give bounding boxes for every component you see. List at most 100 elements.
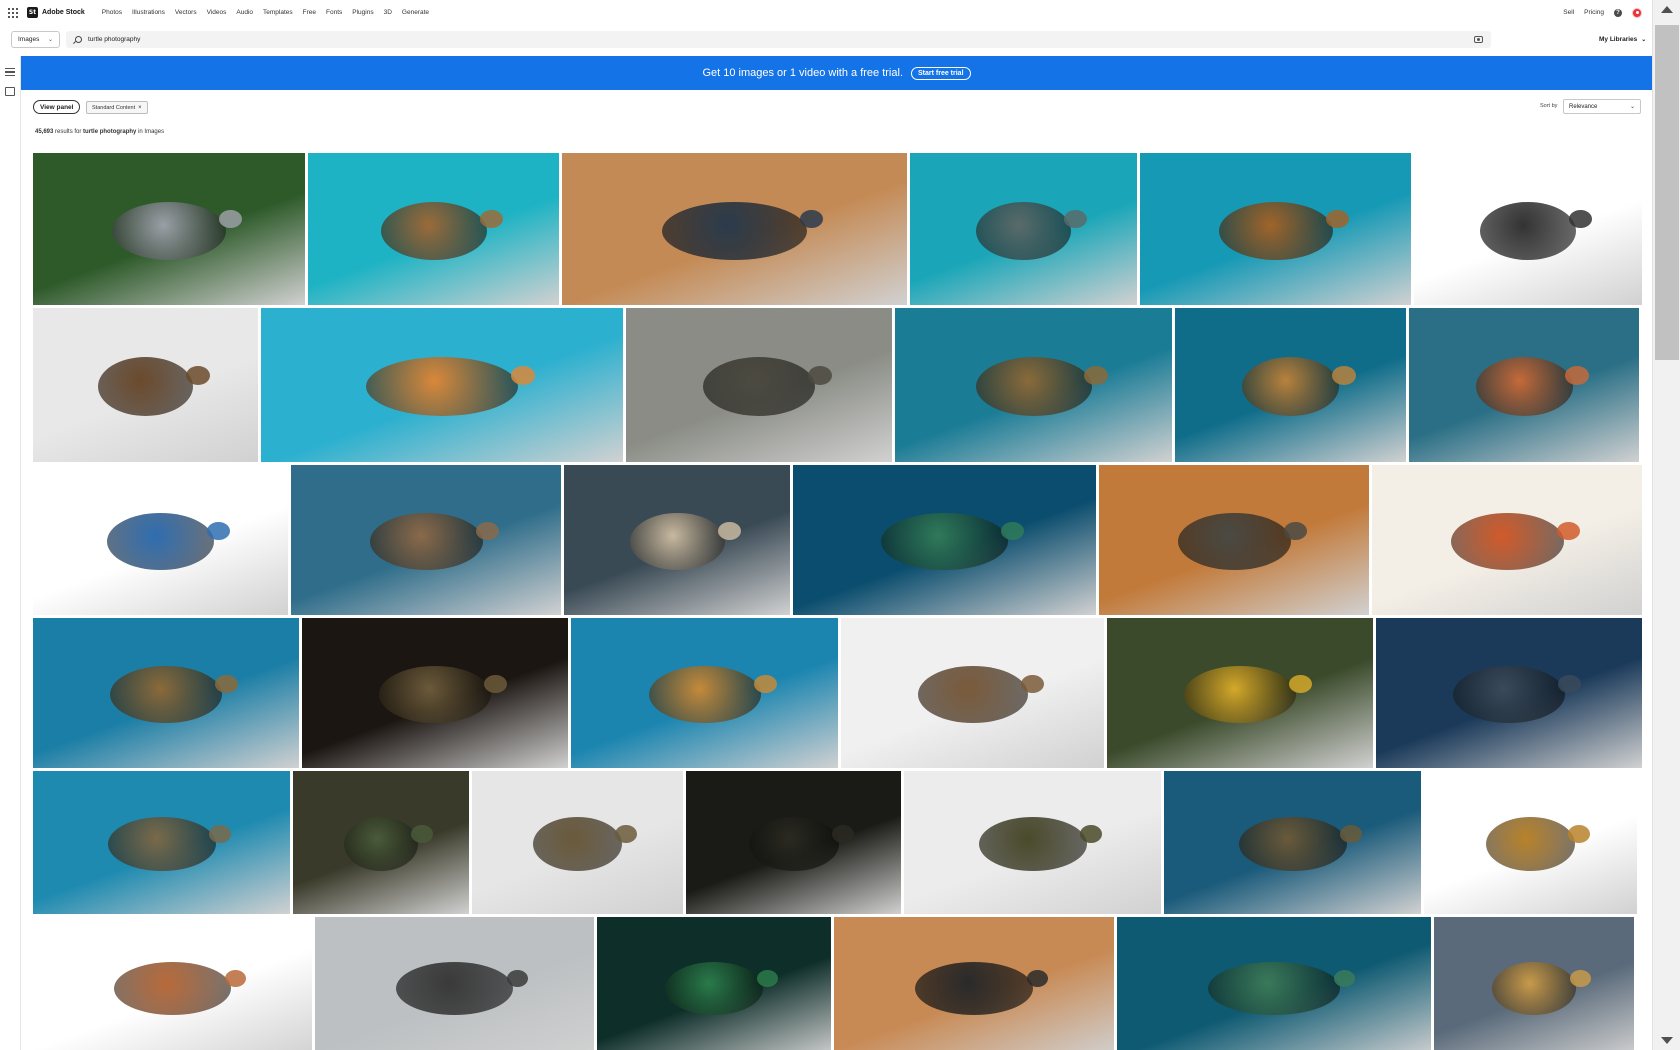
avatar[interactable]: [1632, 7, 1642, 18]
image-thumbnail[interactable]: [293, 771, 469, 914]
image-thumbnail[interactable]: [686, 771, 901, 914]
search-row: Images ⌄ My Libraries ⌄: [0, 28, 1652, 52]
libraries-icon[interactable]: [5, 87, 15, 96]
close-icon[interactable]: ×: [138, 105, 142, 111]
vertical-scrollbar[interactable]: [1652, 0, 1680, 1050]
top-nav: St Adobe Stock Photos Illustrations Vect…: [0, 0, 1652, 25]
image-thumbnail[interactable]: [1164, 771, 1421, 914]
image-thumbnail[interactable]: [1414, 153, 1642, 305]
turtle-head: [479, 210, 503, 228]
image-thumbnail[interactable]: [562, 153, 907, 305]
image-grid: [33, 153, 1642, 1050]
image-thumbnail[interactable]: [793, 465, 1096, 615]
image-thumbnail[interactable]: [1117, 917, 1431, 1050]
nav-item-3d[interactable]: 3D: [379, 9, 397, 16]
filter-chip-label: Standard Content: [92, 104, 136, 111]
asset-type-value: Images: [18, 36, 40, 43]
turtle-shell: [110, 666, 222, 723]
image-thumbnail[interactable]: [291, 465, 561, 615]
brand-name[interactable]: Adobe Stock: [42, 9, 85, 16]
help-icon[interactable]: ?: [1614, 8, 1622, 17]
chevron-down-icon: ⌄: [1629, 104, 1635, 110]
turtle-head: [832, 825, 854, 843]
image-thumbnail[interactable]: [626, 308, 892, 462]
image-thumbnail[interactable]: [302, 618, 568, 768]
nav-item-fonts[interactable]: Fonts: [321, 9, 347, 16]
my-libraries-button[interactable]: My Libraries ⌄: [1599, 31, 1646, 48]
image-thumbnail[interactable]: [1099, 465, 1369, 615]
image-thumbnail[interactable]: [307, 153, 560, 305]
image-thumbnail[interactable]: [33, 308, 258, 462]
scroll-down-icon[interactable]: [1661, 1037, 1673, 1044]
image-thumbnail[interactable]: [33, 618, 299, 768]
start-free-trial-button[interactable]: Start free trial: [911, 66, 971, 80]
turtle-head: [808, 366, 832, 385]
chevron-down-icon: ⌄: [47, 37, 53, 43]
image-thumbnail[interactable]: [33, 771, 290, 914]
turtle-shell: [344, 817, 418, 871]
image-thumbnail[interactable]: [564, 465, 790, 615]
app-switcher-icon[interactable]: [8, 7, 18, 18]
image-thumbnail[interactable]: [1107, 618, 1373, 768]
image-thumbnail[interactable]: [1139, 153, 1412, 305]
nav-item-generate[interactable]: Generate: [397, 9, 434, 16]
sort-select[interactable]: Relevance ⌄: [1563, 99, 1641, 114]
turtle-shell: [1239, 817, 1347, 871]
nav-item-videos[interactable]: Videos: [202, 9, 232, 16]
image-thumbnail[interactable]: [33, 153, 305, 305]
image-thumbnail[interactable]: [834, 917, 1114, 1050]
nav-item-free[interactable]: Free: [298, 9, 321, 16]
scrollbar-thumb[interactable]: [1655, 25, 1679, 360]
image-thumbnail[interactable]: [895, 308, 1172, 462]
turtle-head: [1001, 522, 1024, 540]
my-libraries-label: My Libraries: [1599, 36, 1638, 43]
image-thumbnail[interactable]: [1376, 618, 1642, 768]
visual-search-icon[interactable]: [1474, 36, 1483, 43]
filters-icon[interactable]: [5, 68, 15, 76]
search-input[interactable]: [88, 36, 1448, 43]
asset-type-select[interactable]: Images ⌄: [11, 31, 60, 48]
image-thumbnail[interactable]: [1434, 917, 1634, 1050]
image-thumbnail[interactable]: [33, 465, 288, 615]
nav-item-audio[interactable]: Audio: [231, 9, 258, 16]
image-thumbnail[interactable]: [1424, 771, 1637, 914]
nav-item-photos[interactable]: Photos: [97, 9, 127, 16]
turtle-shell: [881, 513, 1008, 570]
nav-item-vectors[interactable]: Vectors: [170, 9, 202, 16]
image-thumbnail[interactable]: [571, 618, 838, 768]
turtle-head: [209, 825, 231, 843]
turtle-shell: [114, 962, 231, 1015]
image-thumbnail[interactable]: [33, 917, 312, 1050]
turtle-head: [215, 675, 238, 693]
image-thumbnail[interactable]: [841, 618, 1104, 768]
nav-item-plugins[interactable]: Plugins: [347, 9, 378, 16]
view-panel-button[interactable]: View panel: [33, 100, 81, 114]
image-thumbnail[interactable]: [1175, 308, 1406, 462]
filter-chip[interactable]: Standard Content ×: [86, 101, 148, 114]
image-row: [33, 771, 1642, 914]
turtle-head: [1027, 970, 1048, 987]
nav-item-templates[interactable]: Templates: [258, 9, 298, 16]
pricing-link[interactable]: Pricing: [1584, 9, 1604, 16]
turtle-shell: [1453, 666, 1565, 723]
turtle-shell: [1208, 962, 1340, 1015]
image-thumbnail[interactable]: [315, 917, 594, 1050]
turtle-shell: [107, 513, 214, 570]
image-thumbnail[interactable]: [597, 917, 831, 1050]
image-thumbnail[interactable]: [909, 153, 1137, 305]
image-thumbnail[interactable]: [1372, 465, 1642, 615]
turtle-head: [718, 522, 741, 540]
sell-link[interactable]: Sell: [1563, 9, 1574, 16]
image-thumbnail[interactable]: [1409, 308, 1639, 462]
image-thumbnail[interactable]: [261, 308, 623, 462]
image-thumbnail[interactable]: [904, 771, 1161, 914]
turtle-shell: [1178, 513, 1291, 570]
scroll-up-icon[interactable]: [1661, 6, 1673, 13]
turtle-shell: [662, 202, 808, 260]
adobe-stock-logo-icon[interactable]: St: [27, 7, 38, 18]
image-thumbnail[interactable]: [472, 771, 683, 914]
nav-item-illustrations[interactable]: Illustrations: [127, 9, 170, 16]
turtle-head: [754, 675, 777, 693]
results-count: 45,693: [35, 129, 54, 135]
turtle-shell: [1492, 962, 1576, 1015]
